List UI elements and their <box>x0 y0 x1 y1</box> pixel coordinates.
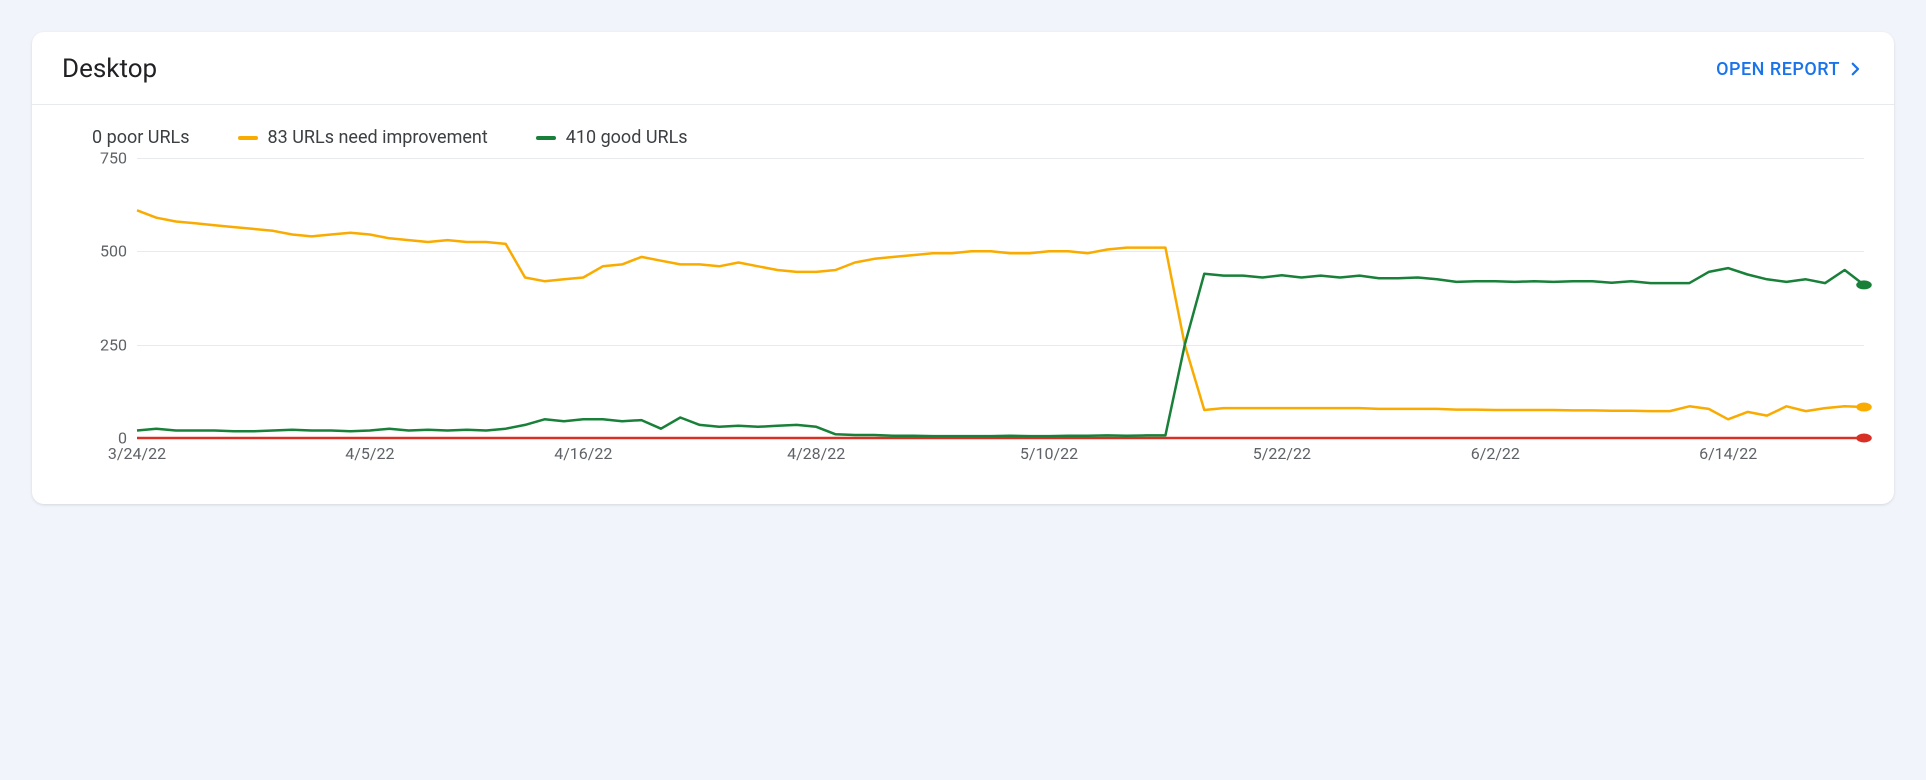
legend-swatch-poor <box>62 136 82 140</box>
card-title: Desktop <box>62 54 157 84</box>
y-tick-label: 500 <box>62 242 127 261</box>
legend-swatch-needs <box>238 136 258 140</box>
x-tick-label: 6/14/22 <box>1699 444 1757 463</box>
y-tick-label: 250 <box>62 335 127 354</box>
chart-lines-svg <box>137 158 1864 438</box>
series-end-dot-good <box>1856 280 1872 289</box>
series-end-dot-needs_improvement <box>1856 403 1872 412</box>
chart-container: 0250500750 3/24/224/5/224/16/224/28/225/… <box>32 158 1894 504</box>
x-tick-label: 5/10/22 <box>1020 444 1078 463</box>
x-tick-label: 4/5/22 <box>345 444 394 463</box>
chevron-right-icon <box>1846 60 1864 78</box>
open-report-label: OPEN REPORT <box>1716 59 1840 80</box>
card-header: Desktop OPEN REPORT <box>32 32 1894 105</box>
legend-label-poor: 0 poor URLs <box>92 127 190 148</box>
open-report-link[interactable]: OPEN REPORT <box>1716 59 1864 80</box>
legend-item-good[interactable]: 410 good URLs <box>536 127 688 148</box>
plot-area <box>137 158 1864 438</box>
x-tick-label: 6/2/22 <box>1471 444 1520 463</box>
legend-item-poor[interactable]: 0 poor URLs <box>62 127 190 148</box>
core-web-vitals-desktop-card: Desktop OPEN REPORT 0 poor URLs 83 URLs … <box>32 32 1894 504</box>
x-tick-label: 5/22/22 <box>1253 444 1311 463</box>
series-line-needs_improvement <box>137 210 1864 419</box>
x-tick-label: 4/28/22 <box>787 444 845 463</box>
chart-legend: 0 poor URLs 83 URLs need improvement 410… <box>32 105 1894 158</box>
y-axis: 0250500750 <box>62 158 127 449</box>
legend-item-needs-improvement[interactable]: 83 URLs need improvement <box>238 127 488 148</box>
series-end-dot-poor <box>1856 434 1872 443</box>
legend-label-needs: 83 URLs need improvement <box>268 127 488 148</box>
x-tick-label: 3/24/22 <box>108 444 166 463</box>
legend-label-good: 410 good URLs <box>566 127 688 148</box>
x-axis: 3/24/224/5/224/16/224/28/225/10/225/22/2… <box>137 444 1864 474</box>
y-tick-label: 750 <box>62 149 127 168</box>
x-tick-label: 4/16/22 <box>554 444 612 463</box>
legend-swatch-good <box>536 136 556 140</box>
